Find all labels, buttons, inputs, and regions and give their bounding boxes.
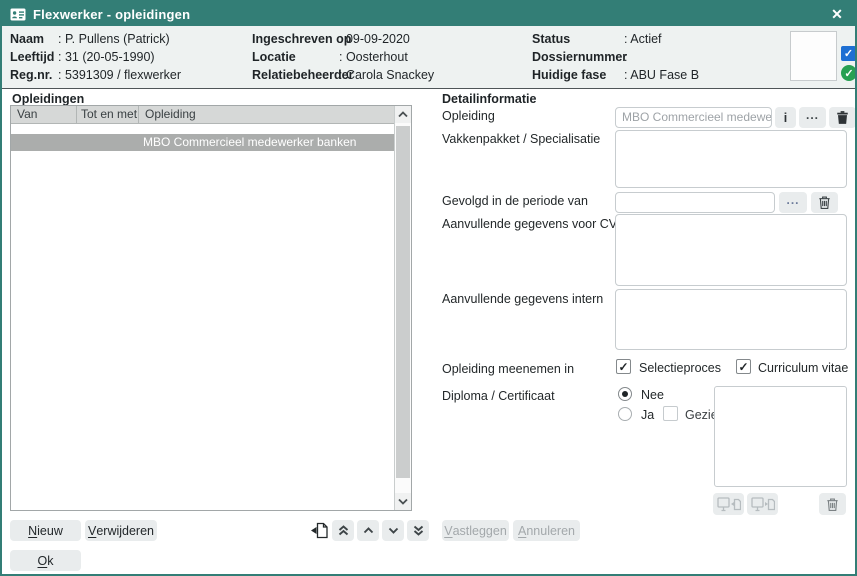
window-title: Flexwerker - opleidingen	[33, 7, 190, 22]
scrollbar-thumb[interactable]	[396, 126, 410, 478]
cv-field-label: Aanvullende gegevens voor CV	[442, 217, 617, 231]
ingeschreven-label: Ingeschreven op	[252, 30, 351, 48]
diploma-nee-label: Nee	[641, 388, 664, 402]
scroll-up-icon[interactable]	[395, 106, 411, 123]
diploma-ja-radio[interactable]	[618, 407, 632, 421]
header-blue-checkbox[interactable]: ✓	[841, 46, 856, 61]
check-icon: ✓	[844, 67, 853, 80]
locatie-label: Locatie	[252, 48, 296, 66]
meenemen-field-label: Opleiding meenemen in	[442, 362, 574, 376]
regnr-label: Reg.nr.	[10, 66, 52, 84]
photo-placeholder	[790, 31, 837, 81]
selectieproces-checkbox[interactable]: ✓	[616, 359, 631, 374]
info-icon[interactable]: i	[775, 107, 796, 128]
column-header-tot-en-met[interactable]: Tot en met	[77, 106, 139, 124]
status-label: Status	[532, 30, 570, 48]
table-header: Van Tot en met Opleiding	[11, 106, 395, 124]
document-export-icon[interactable]	[747, 493, 778, 515]
gevolgd-periode-input[interactable]	[615, 192, 775, 213]
row-opleiding-cell: MBO Commercieel medewerker banken	[143, 134, 356, 151]
leeftijd-value: : 31 (20-05-1990)	[58, 48, 155, 66]
move-down-icon[interactable]	[382, 520, 404, 541]
curriculum-vitae-label: Curriculum vitae	[758, 361, 848, 375]
regnr-value: : 5391309 / flexwerker	[58, 66, 181, 84]
huidige-fase-value: : ABU Fase B	[624, 66, 699, 84]
opleiding-input[interactable]: MBO Commercieel medewerker banken	[615, 107, 772, 128]
copy-to-document-icon[interactable]	[308, 519, 330, 541]
cv-textarea[interactable]	[615, 214, 847, 286]
scroll-down-icon[interactable]	[395, 493, 411, 510]
status-value: : Actief	[624, 30, 662, 48]
gevolgd-field-label: Gevolgd in de periode van	[442, 194, 588, 208]
locatie-value: : Oosterhout	[339, 48, 408, 66]
opleiding-browse-icon[interactable]: ...	[799, 107, 826, 128]
intern-field-label: Aanvullende gegevens intern	[442, 292, 603, 306]
nieuw-button[interactable]: Nieuw	[10, 520, 81, 541]
naam-label: Naam	[10, 30, 44, 48]
status-ok-icon: ✓	[841, 65, 857, 81]
opleidingen-table: Van Tot en met Opleiding MBO Commercieel…	[10, 105, 412, 511]
detailinformatie-section-title: Detailinformatie	[442, 92, 536, 106]
ok-button[interactable]: Ok	[10, 550, 81, 571]
table-row-selected[interactable]: MBO Commercieel medewerker banken	[11, 134, 395, 151]
vastleggen-button[interactable]: Vastleggen	[442, 520, 509, 541]
title-bar: Flexwerker - opleidingen ✕	[2, 2, 855, 26]
dossiernummer-value: :	[624, 48, 627, 66]
opleiding-field-label: Opleiding	[442, 109, 495, 123]
move-bottom-icon[interactable]	[407, 520, 429, 541]
badge-card-icon	[10, 8, 26, 21]
document-import-icon[interactable]	[713, 493, 744, 515]
annuleren-button[interactable]: Annuleren	[513, 520, 580, 541]
dossiernummer-label: Dossiernummer	[532, 48, 627, 66]
table-scrollbar[interactable]	[394, 106, 411, 510]
relatiebeheerder-value: : Carola Snackey	[339, 66, 434, 84]
selectieproces-label: Selectieproces	[639, 361, 721, 375]
vakkenpakket-field-label: Vakkenpakket / Specialisatie	[442, 132, 600, 146]
diploma-field-label: Diploma / Certificaat	[442, 389, 555, 403]
periode-delete-icon[interactable]	[811, 192, 838, 213]
diploma-nee-radio[interactable]	[618, 387, 632, 401]
periode-browse-icon[interactable]: ...	[779, 192, 807, 213]
opleiding-delete-icon[interactable]	[829, 107, 856, 128]
move-top-icon[interactable]	[332, 520, 354, 541]
gezien-checkbox[interactable]	[663, 406, 678, 421]
ingeschreven-value: : 09-09-2020	[339, 30, 410, 48]
leeftijd-label: Leeftijd	[10, 48, 54, 66]
curriculum-vitae-checkbox[interactable]: ✓	[736, 359, 751, 374]
intern-textarea[interactable]	[615, 289, 847, 350]
verwijderen-button[interactable]: Verwijderen	[85, 520, 157, 541]
vakkenpakket-textarea[interactable]	[615, 130, 847, 188]
column-header-van[interactable]: Van	[11, 106, 77, 124]
diploma-ja-label: Ja	[641, 408, 654, 422]
huidige-fase-label: Huidige fase	[532, 66, 606, 84]
check-icon: ✓	[844, 47, 853, 60]
column-header-opleiding[interactable]: Opleiding	[139, 106, 395, 124]
move-up-icon[interactable]	[357, 520, 379, 541]
diploma-documents-list[interactable]	[714, 386, 847, 487]
person-info-header: Naam : P. Pullens (Patrick) Leeftijd : 3…	[2, 26, 855, 89]
naam-value: : P. Pullens (Patrick)	[58, 30, 170, 48]
document-delete-icon[interactable]	[819, 493, 846, 515]
opleidingen-section-title: Opleidingen	[12, 92, 84, 106]
flexwerker-opleidingen-window: Flexwerker - opleidingen ✕ Naam : P. Pul…	[0, 0, 857, 576]
close-icon[interactable]: ✕	[827, 4, 847, 24]
